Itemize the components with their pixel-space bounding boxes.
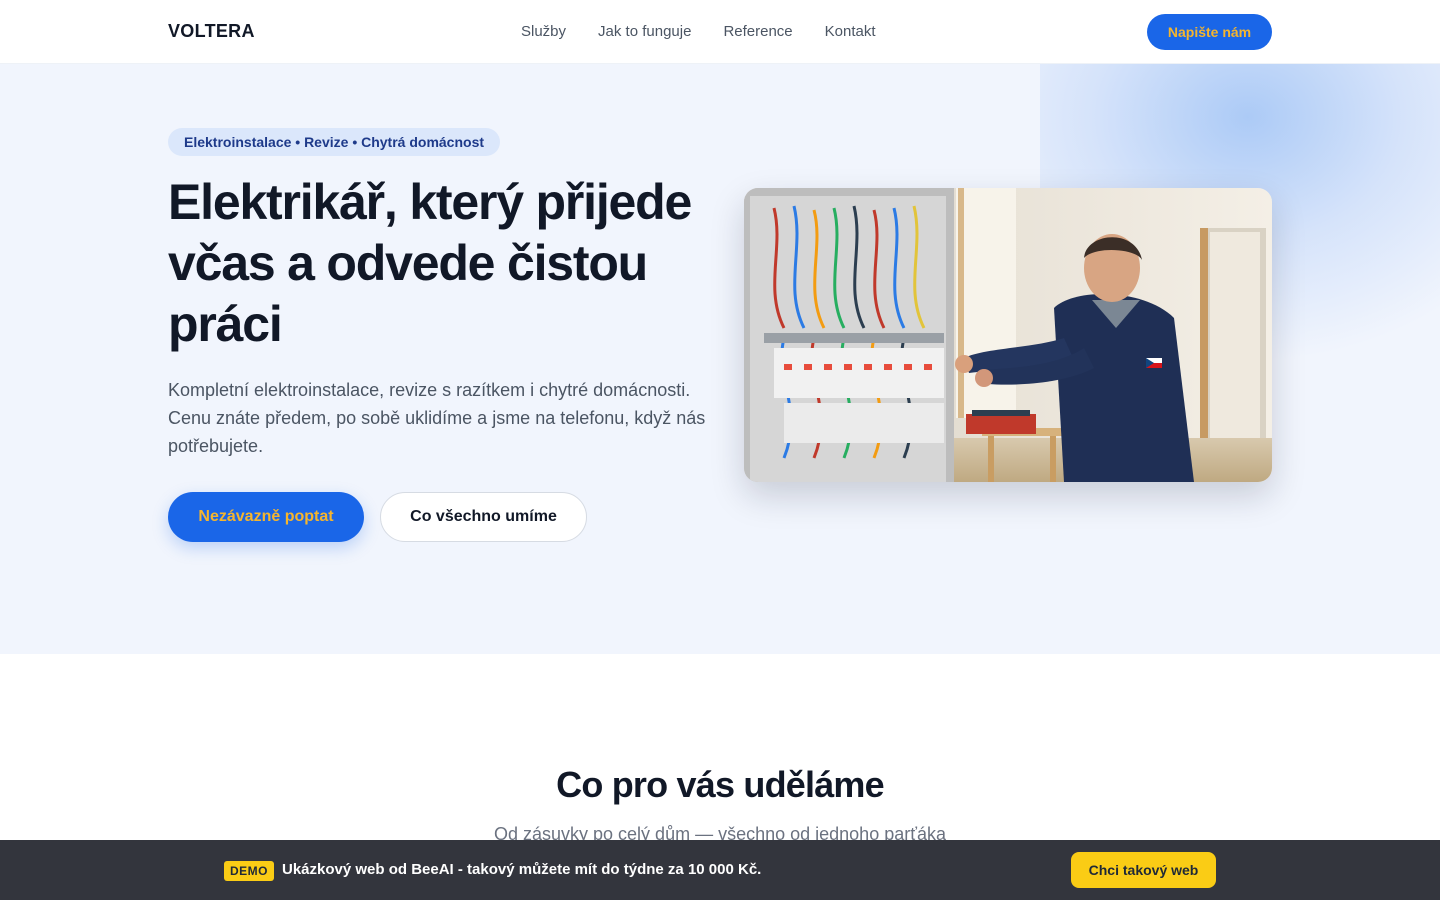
request-quote-button[interactable]: Nezávazně poptat: [168, 492, 364, 542]
services-badge: Elektroinstalace • Revize • Chytrá domác…: [168, 128, 501, 156]
logo[interactable]: VOLTERA: [168, 21, 255, 42]
demo-tag: DEMO: [224, 861, 274, 881]
main-nav: Služby Jak to funguje Reference Kontakt: [521, 23, 908, 40]
demo-text: Ukázkový web od BeeAI - takový můžete mí…: [282, 861, 762, 878]
hero-title: Elektrikář, který přijede včas a odvede …: [168, 174, 692, 352]
nav-link-sluzby[interactable]: Služby: [521, 23, 566, 40]
nav-link-jak-to-funguje[interactable]: Jak to funguje: [598, 23, 691, 40]
services-button[interactable]: Co všechno umíme: [380, 492, 587, 542]
services-title: Co pro vás uděláme: [556, 764, 885, 805]
want-website-button[interactable]: Chci takový web: [1071, 852, 1216, 888]
hero-description: Kompletní elektroinstalace, revize s raz…: [168, 380, 706, 456]
nav-link-reference[interactable]: Reference: [723, 23, 792, 40]
demo-banner: DEMO Ukázkový web od BeeAI - takový může…: [0, 840, 1440, 900]
nav-link-kontakt[interactable]: Kontakt: [825, 23, 876, 40]
site-header: VOLTERA Služby Jak to funguje Reference …: [0, 0, 1440, 64]
hero-section: Elektroinstalace • Revize • Chytrá domác…: [0, 64, 1440, 654]
contact-button[interactable]: Napište nám: [1147, 14, 1272, 50]
electrician-photo: [744, 188, 1272, 482]
